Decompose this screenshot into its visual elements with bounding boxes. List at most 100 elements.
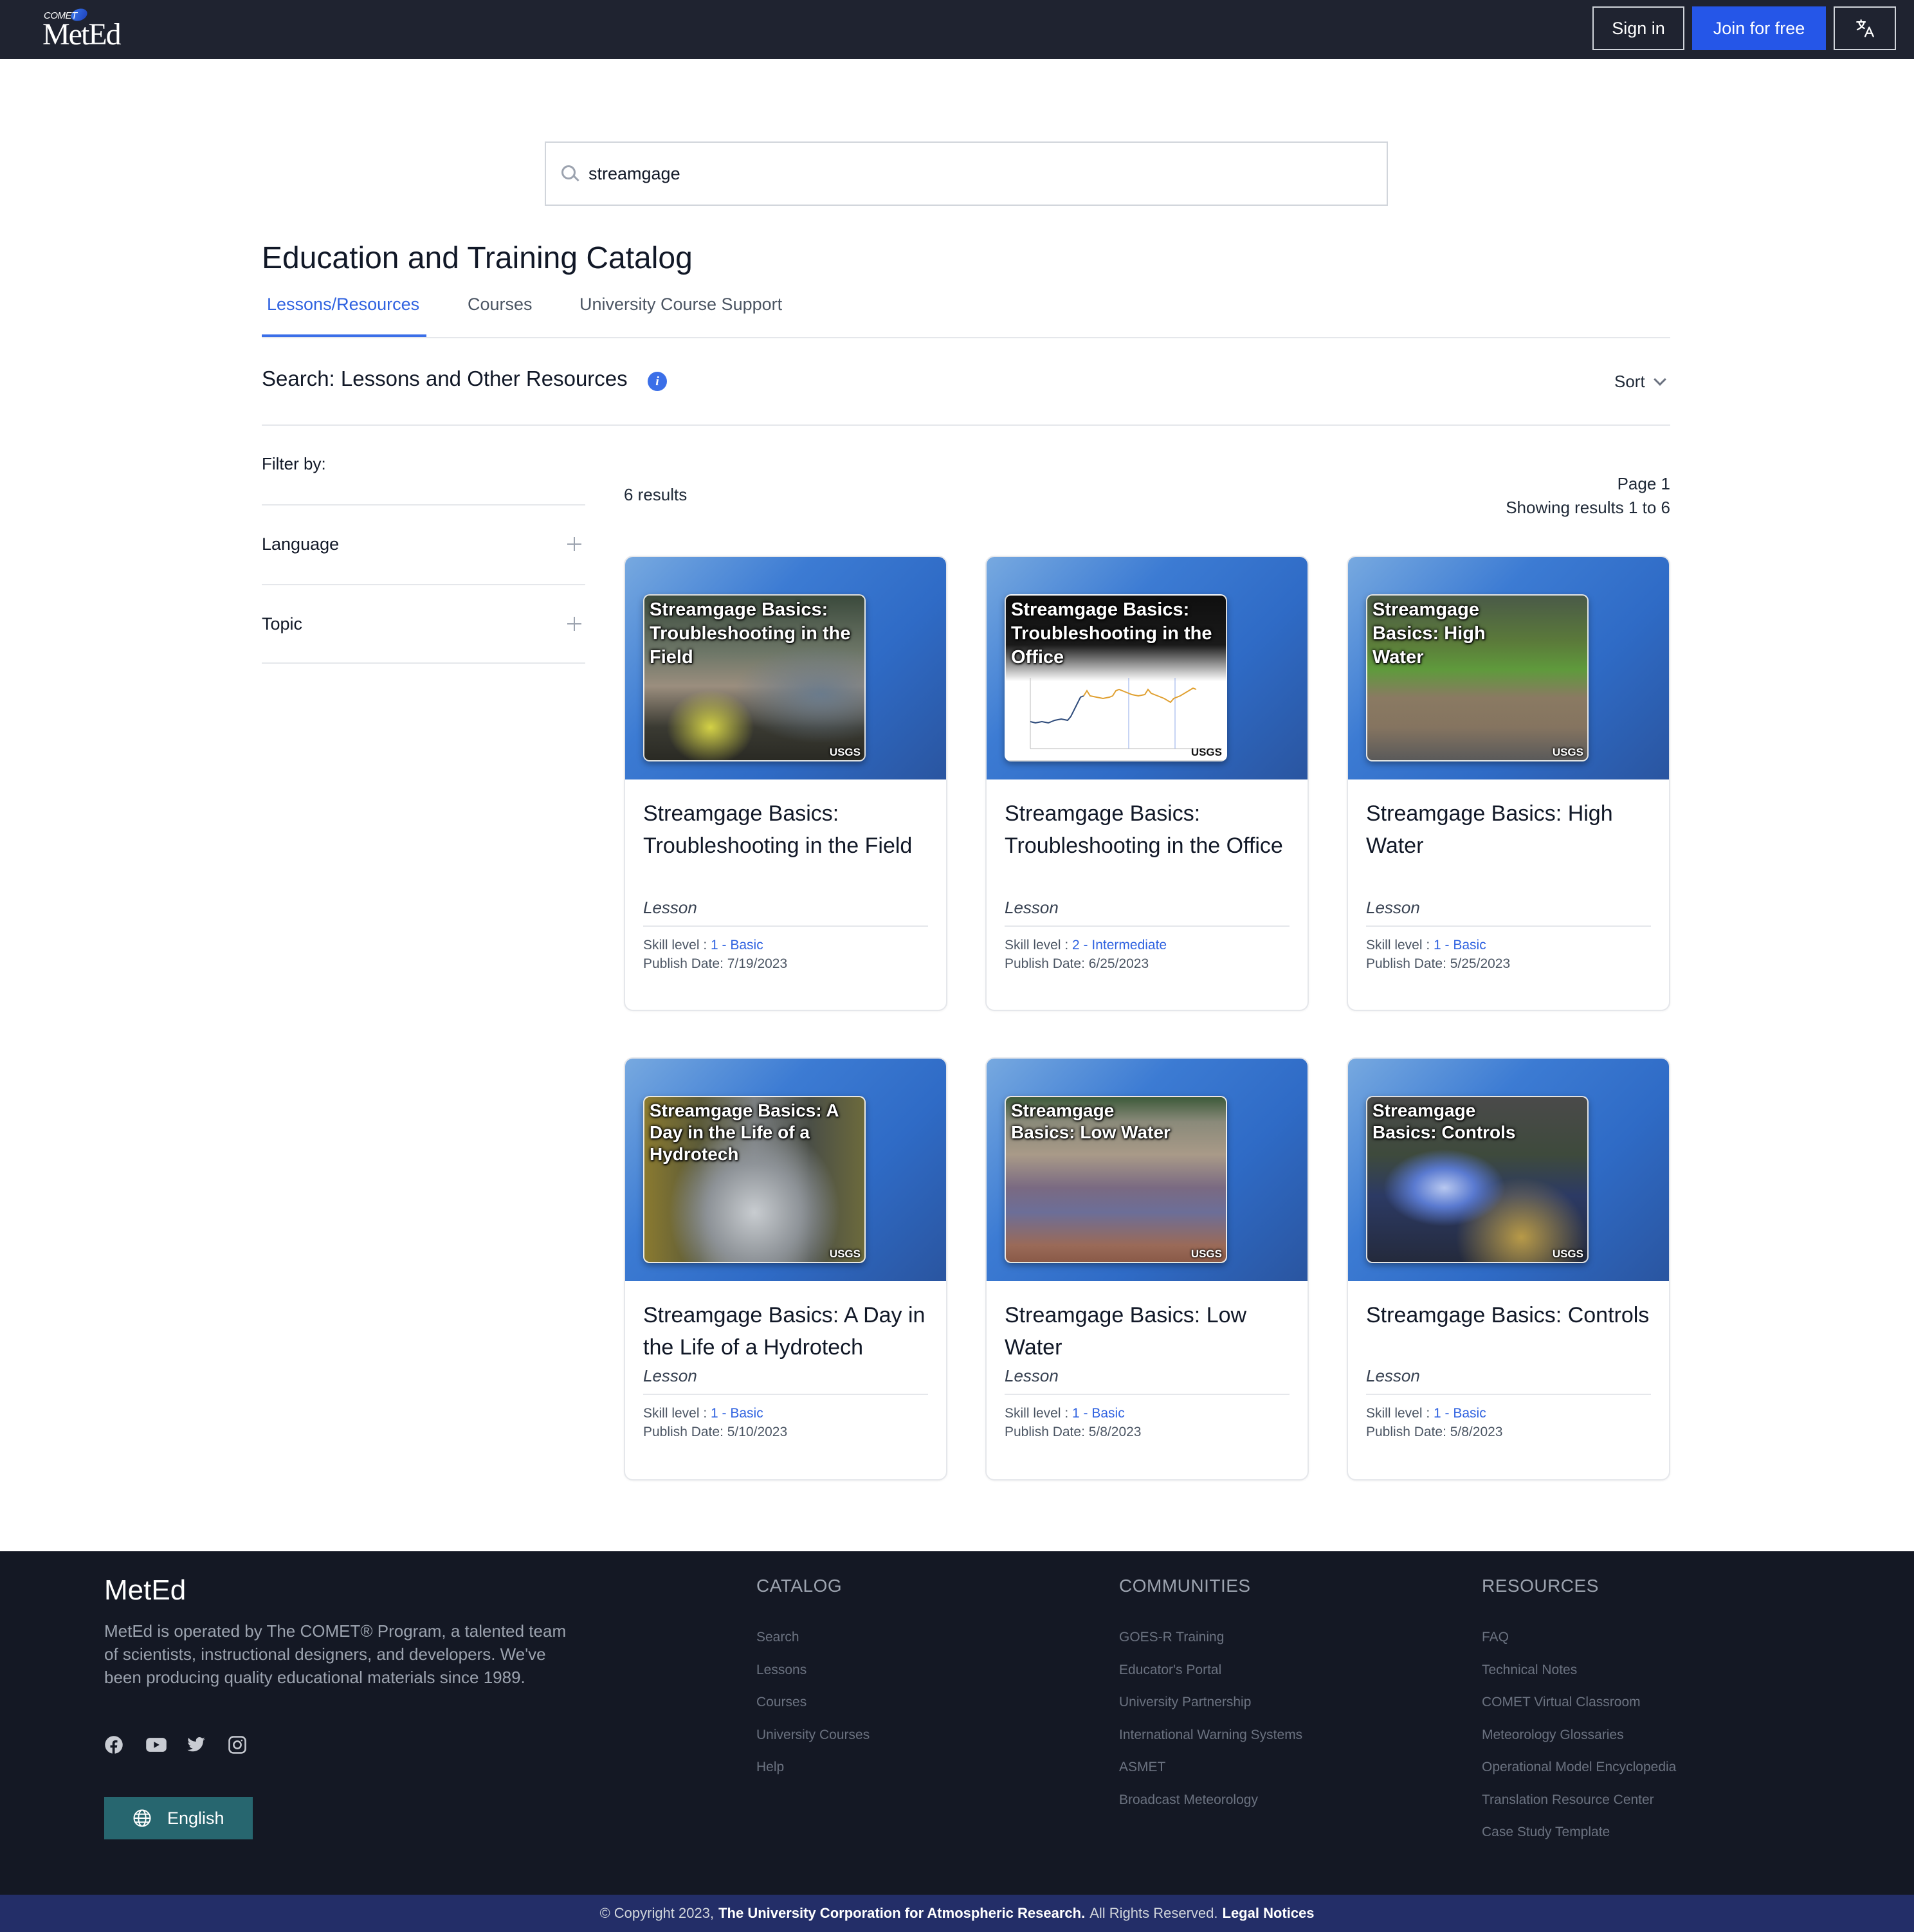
instagram-icon[interactable] <box>228 1735 247 1754</box>
filter-divider <box>262 584 585 585</box>
card-meta: Skill level : 1 - Basic Publish Date: 5/… <box>1366 1404 1651 1441</box>
plus-icon[interactable] <box>567 617 581 631</box>
thumbnail-credit: USGS <box>1552 1248 1583 1260</box>
section-divider <box>262 424 1670 426</box>
footer-description: MetEd is operated by The COMET® Program,… <box>104 1621 567 1687</box>
card-type: Lesson <box>1005 898 1059 917</box>
top-nav-bar: COMET MetEd Sign in Join for free <box>0 0 1914 59</box>
footer-link[interactable]: Educator's Portal <box>1119 1663 1302 1695</box>
lesson-thumbnail[interactable]: Streamgage Basics: Low Water USGS <box>1005 1096 1227 1263</box>
card-title[interactable]: Streamgage Basics: Troubleshooting in th… <box>643 797 928 898</box>
translate-button[interactable] <box>1834 6 1896 50</box>
sort-dropdown[interactable]: Sort <box>1614 372 1666 392</box>
card-hero: Streamgage Basics: Low Water USGS <box>987 1059 1308 1281</box>
sort-label: Sort <box>1614 372 1645 391</box>
card-title[interactable]: Streamgage Basics: Controls <box>1366 1299 1651 1366</box>
pagination-info: Page 1 Showing results 1 to 6 <box>1506 472 1670 520</box>
thumbnail-credit: USGS <box>1552 746 1583 758</box>
footer-link[interactable]: Broadcast Meteorology <box>1119 1792 1302 1825</box>
join-for-free-button[interactable]: Join for free <box>1692 6 1826 50</box>
search-box[interactable] <box>545 141 1388 206</box>
filter-by-label: Filter by: <box>262 454 326 473</box>
lesson-card[interactable]: Streamgage Basics: Controls USGS Streamg… <box>1347 1057 1670 1481</box>
lesson-thumbnail[interactable]: Streamgage Basics: Controls USGS <box>1366 1096 1589 1263</box>
lesson-thumbnail[interactable]: Streamgage Basics: Troubleshooting in th… <box>1005 594 1227 761</box>
footer-link[interactable]: Translation Resource Center <box>1482 1792 1676 1825</box>
filter-topic[interactable]: Topic <box>262 605 585 643</box>
lesson-card[interactable]: Streamgage Basics: Low Water USGS Stream… <box>985 1057 1309 1481</box>
translate-icon <box>1855 19 1874 37</box>
footer-link[interactable]: University Partnership <box>1119 1695 1302 1727</box>
footer-link[interactable]: FAQ <box>1482 1630 1676 1663</box>
footer-link[interactable]: Operational Model Encyclopedia <box>1482 1760 1676 1792</box>
footer-link[interactable]: Search <box>756 1630 870 1663</box>
tab-university-course-support[interactable]: University Course Support <box>579 295 782 337</box>
publish-date: Publish Date: 6/25/2023 <box>1005 956 1149 971</box>
info-icon[interactable]: i <box>648 372 667 391</box>
footer-link[interactable]: Help <box>756 1760 870 1792</box>
ucar-link[interactable]: The University Corporation for Atmospher… <box>718 1905 1085 1922</box>
twitter-icon[interactable] <box>187 1735 206 1754</box>
lesson-card[interactable]: Streamgage Basics: High Water USGS Strea… <box>1347 556 1670 1011</box>
footer-link[interactable]: International Warning Systems <box>1119 1727 1302 1760</box>
skill-level: Skill level : 1 - Basic <box>1366 936 1651 954</box>
publish-date: Publish Date: 7/19/2023 <box>643 956 788 971</box>
skill-level-value: 1 - Basic <box>711 938 763 952</box>
lesson-thumbnail[interactable]: Streamgage Basics: A Day in the Life of … <box>643 1096 866 1263</box>
card-type: Lesson <box>1005 1366 1059 1385</box>
filter-language[interactable]: Language <box>262 525 585 563</box>
youtube-icon[interactable] <box>145 1735 167 1754</box>
skill-level-value: 1 - Basic <box>711 1406 763 1421</box>
tab-lessons-resources[interactable]: Lessons/Resources <box>262 295 426 337</box>
language-button[interactable]: English <box>104 1797 253 1839</box>
card-title[interactable]: Streamgage Basics: Low Water <box>1005 1299 1290 1366</box>
footer-link[interactable]: Courses <box>756 1695 870 1727</box>
card-title[interactable]: Streamgage Basics: Troubleshooting in th… <box>1005 797 1290 898</box>
footer-heading: COMMUNITIES <box>1119 1576 1251 1596</box>
search-input[interactable] <box>588 163 1360 184</box>
skill-level-label: Skill level : <box>643 1406 711 1421</box>
footer-link[interactable]: University Courses <box>756 1727 870 1760</box>
lesson-card[interactable]: Streamgage Basics: A Day in the Life of … <box>624 1057 947 1481</box>
globe-icon <box>133 1809 151 1827</box>
meted-logo[interactable]: COMET MetEd <box>42 6 139 51</box>
lesson-thumbnail[interactable]: Streamgage Basics: High Water USGS <box>1366 594 1589 761</box>
skill-level: Skill level : 1 - Basic <box>643 1404 928 1423</box>
card-title[interactable]: Streamgage Basics: A Day in the Life of … <box>643 1299 928 1366</box>
chevron-down-icon <box>1653 372 1666 386</box>
footer-link[interactable]: ASMET <box>1119 1760 1302 1792</box>
footer-link[interactable]: COMET Virtual Classroom <box>1482 1695 1676 1727</box>
thumbnail-caption: Streamgage Basics: Troubleshooting in th… <box>650 599 851 668</box>
footer-heading: CATALOG <box>756 1576 843 1596</box>
sign-in-button[interactable]: Sign in <box>1592 6 1684 50</box>
filter-divider <box>262 504 585 506</box>
facebook-icon[interactable] <box>104 1735 123 1754</box>
card-hero: Streamgage Basics: High Water USGS <box>1348 557 1669 779</box>
footer-heading: RESOURCES <box>1482 1576 1599 1596</box>
footer-link[interactable]: Technical Notes <box>1482 1663 1676 1695</box>
card-meta: Skill level : 1 - Basic Publish Date: 5/… <box>643 1404 928 1441</box>
copyright-text: © Copyright 2023, <box>599 1905 715 1921</box>
skill-level-label: Skill level : <box>1005 938 1073 952</box>
footer-link[interactable]: Case Study Template <box>1482 1825 1676 1857</box>
skill-level-value: 1 - Basic <box>1434 938 1486 952</box>
skill-level-label: Skill level : <box>1005 1406 1073 1421</box>
page-title: Education and Training Catalog <box>262 241 693 275</box>
section-title: Search: Lessons and Other Resources <box>262 367 628 390</box>
lesson-card[interactable]: Streamgage Basics: Troubleshooting in th… <box>624 556 947 1011</box>
legal-notices-link[interactable]: Legal Notices <box>1223 1905 1315 1922</box>
footer-link[interactable]: GOES-R Training <box>1119 1630 1302 1663</box>
card-meta: Skill level : 1 - Basic Publish Date: 5/… <box>1005 1404 1290 1441</box>
tab-courses[interactable]: Courses <box>468 295 533 337</box>
plus-icon[interactable] <box>567 537 581 551</box>
lesson-thumbnail[interactable]: Streamgage Basics: Troubleshooting in th… <box>643 594 866 761</box>
lesson-card[interactable]: Streamgage Basics: Troubleshooting in th… <box>985 556 1309 1011</box>
skill-level: Skill level : 1 - Basic <box>643 936 928 954</box>
footer-link[interactable]: Lessons <box>756 1663 870 1695</box>
publish-date: Publish Date: 5/8/2023 <box>1366 1425 1503 1439</box>
card-hero: Streamgage Basics: Troubleshooting in th… <box>987 557 1308 779</box>
skill-level: Skill level : 1 - Basic <box>1366 1404 1651 1423</box>
card-title[interactable]: Streamgage Basics: High Water <box>1366 797 1651 898</box>
footer-link[interactable]: Meteorology Glossaries <box>1482 1727 1676 1760</box>
filter-divider <box>262 662 585 664</box>
